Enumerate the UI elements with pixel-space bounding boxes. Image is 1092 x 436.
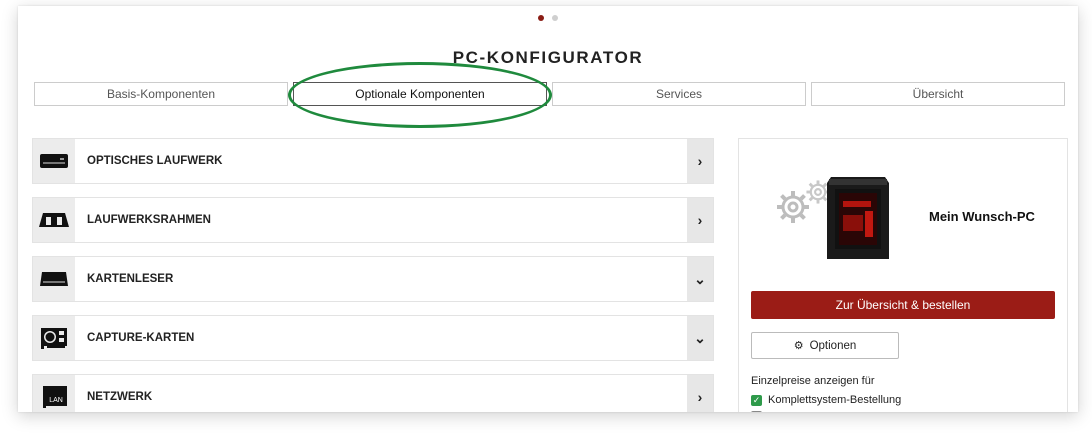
lan-label: LAN	[49, 397, 63, 404]
pc-name: Mein Wunsch-PC	[929, 209, 1035, 224]
options-button[interactable]: ⚙ Optionen	[751, 332, 899, 359]
category-label: CAPTURE-KARTEN	[87, 332, 195, 344]
tab-optionale-komponenten[interactable]: Optionale Komponenten	[293, 82, 547, 106]
card-reader-icon	[33, 257, 75, 301]
category-laufwerksrahmen[interactable]: LAUFWERKSRAHMEN ›	[32, 197, 714, 243]
category-optisches-laufwerk[interactable]: OPTISCHES LAUFWERK ›	[32, 138, 714, 184]
optical-drive-icon	[33, 139, 75, 183]
tab-uebersicht[interactable]: Übersicht	[811, 82, 1065, 106]
category-capture-karten[interactable]: CAPTURE-KARTEN ⌄	[32, 315, 714, 361]
network-card-icon: LAN	[33, 375, 75, 412]
order-button[interactable]: Zur Übersicht & bestellen	[751, 291, 1055, 319]
category-netzwerk[interactable]: LAN NETZWERK ›	[32, 374, 714, 412]
category-kartenleser[interactable]: KARTENLESER ⌄	[32, 256, 714, 302]
page-title: PC-KONFIGURATOR	[452, 48, 644, 67]
configurator-window: PC-KONFIGURATOR Basis-Komponenten Option…	[18, 6, 1078, 412]
chevron-down-icon[interactable]: ⌄	[687, 316, 713, 360]
pager-dot-2[interactable]	[552, 15, 559, 21]
chevron-right-icon[interactable]: ›	[687, 375, 713, 412]
price-display-label: Einzelpreise anzeigen für	[751, 375, 875, 387]
cog-icon: ⚙	[793, 340, 804, 352]
pc-case-image	[827, 177, 889, 259]
pager-dot-1[interactable]	[537, 15, 544, 21]
options-button-label: Optionen	[809, 339, 857, 352]
pager-dots	[18, 15, 1078, 21]
capture-card-icon	[33, 316, 75, 360]
checkbox-unchecked[interactable]	[751, 411, 762, 412]
tab-services[interactable]: Services	[552, 82, 806, 106]
category-label: LAUFWERKSRAHMEN	[87, 214, 211, 226]
category-label: KARTENLESER	[87, 273, 174, 285]
tab-basis-komponenten[interactable]: Basis-Komponenten	[34, 82, 288, 106]
summary-panel: Mein Wunsch-PC Zur Übersicht & bestellen…	[738, 138, 1068, 412]
checkbox-checked-icon[interactable]: ✓	[751, 394, 762, 406]
chevron-right-icon[interactable]: ›	[687, 198, 713, 242]
checkbox-label: Komplettsystem-Bestellung	[768, 394, 902, 406]
category-label: NETZWERK	[87, 391, 153, 403]
checkbox-komplettsystem[interactable]: ✓ Komplettsystem-Bestellung	[751, 394, 901, 406]
drive-frame-icon	[33, 198, 75, 242]
chevron-down-icon[interactable]: ⌄	[687, 257, 713, 301]
category-label: OPTISCHES LAUFWERK	[87, 155, 223, 167]
chevron-right-icon[interactable]: ›	[687, 139, 713, 183]
